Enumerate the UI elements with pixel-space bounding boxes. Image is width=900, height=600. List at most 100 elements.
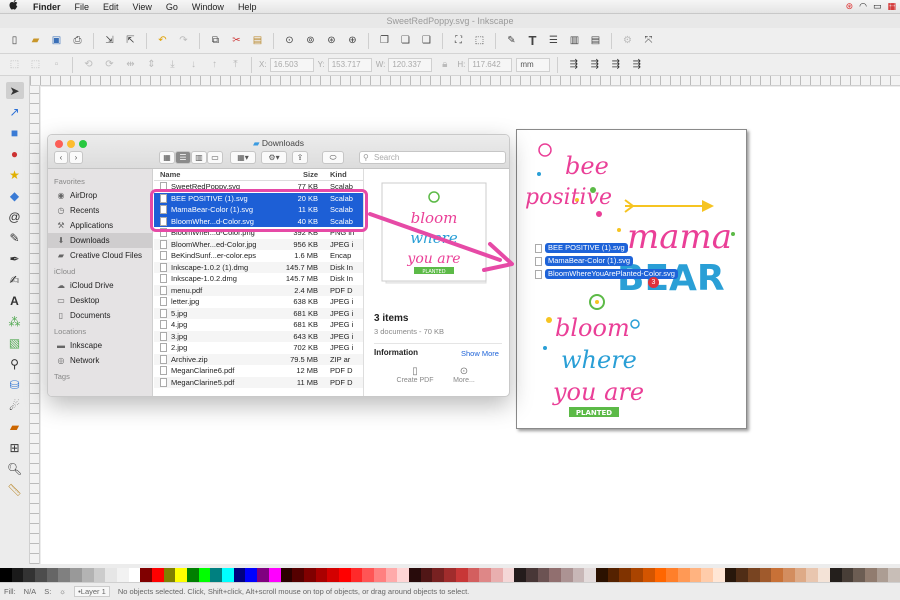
apple-icon[interactable] xyxy=(0,0,26,13)
color-swatch[interactable] xyxy=(619,568,632,582)
color-swatch[interactable] xyxy=(163,568,176,582)
color-swatch[interactable] xyxy=(175,568,187,582)
file-row[interactable]: BloomWher...ed-Color.jpg 956 KB JPEG i xyxy=(154,238,363,250)
size-column-header[interactable]: Size xyxy=(279,170,324,179)
import-icon[interactable]: ⇲ xyxy=(101,32,118,49)
color-swatch[interactable] xyxy=(245,568,258,582)
select-all-layers-icon[interactable]: ⬚ xyxy=(27,56,44,73)
color-swatch[interactable] xyxy=(631,568,643,582)
color-swatch[interactable] xyxy=(303,568,316,582)
file-row[interactable]: 2.jpg 702 KB JPEG i xyxy=(154,342,363,354)
color-swatch[interactable] xyxy=(385,568,398,582)
search-input[interactable]: ⚲ Search xyxy=(359,151,506,164)
sidebar-item[interactable]: ◎ Network xyxy=(48,353,152,368)
color-swatch[interactable] xyxy=(0,568,12,582)
color-swatch[interactable] xyxy=(151,568,164,582)
create-pdf-button[interactable]: ▯ Create PDF xyxy=(392,366,438,384)
column-view-button[interactable]: ▥ xyxy=(191,151,207,164)
layer-toggle-icon[interactable]: ☼ xyxy=(59,587,66,596)
color-swatch[interactable] xyxy=(596,568,608,582)
open-icon[interactable]: ▰ xyxy=(27,32,44,49)
color-swatch[interactable] xyxy=(409,568,421,582)
menu-window[interactable]: Window xyxy=(185,2,231,12)
color-swatch[interactable] xyxy=(397,568,410,582)
color-swatch[interactable] xyxy=(280,568,293,582)
back-button[interactable]: ‹ xyxy=(54,151,68,164)
tweak-tool-icon[interactable]: ☄ xyxy=(6,397,24,414)
list-view-button[interactable]: ☰ xyxy=(175,151,191,164)
select-all-icon[interactable]: ⬚ xyxy=(6,56,23,73)
bloom-art[interactable]: bloom where you are PLANTED xyxy=(543,294,644,417)
color-swatch[interactable] xyxy=(455,568,468,582)
color-swatch[interactable] xyxy=(876,568,889,582)
sidebar-item[interactable]: ▬ Inkscape xyxy=(48,338,152,353)
zoom-tool-icon[interactable]: 🔍︎ xyxy=(6,460,24,477)
color-swatch[interactable] xyxy=(701,568,713,582)
flag-icon[interactable]: ▦ xyxy=(887,1,896,12)
gallery-view-button[interactable]: ▭ xyxy=(207,151,223,164)
color-swatch[interactable] xyxy=(736,568,748,582)
color-swatch[interactable] xyxy=(374,568,386,582)
rectangle-tool-icon[interactable]: ■ xyxy=(6,124,24,141)
color-swatch[interactable] xyxy=(514,568,526,582)
file-row[interactable]: 4.jpg 681 KB JPEG i xyxy=(154,319,363,331)
zoom-drawing-icon[interactable]: ⊚ xyxy=(302,32,319,49)
file-row[interactable]: MeganClarine5.pdf 11 MB PDF D xyxy=(154,376,363,388)
text-font-icon[interactable]: T xyxy=(524,32,541,49)
group-icon[interactable]: ⛶ xyxy=(450,32,467,49)
sidebar-item[interactable]: ▭ Desktop xyxy=(48,293,152,308)
ungroup-icon[interactable]: ⬚ xyxy=(471,32,488,49)
sidebar-item[interactable]: ⬇ Downloads xyxy=(48,233,152,248)
color-swatch[interactable] xyxy=(222,568,234,582)
duplicate-icon[interactable]: ❐ xyxy=(376,32,393,49)
paint-bucket-tool-icon[interactable]: ⛁ xyxy=(6,376,24,393)
color-swatch[interactable] xyxy=(479,568,491,582)
w-input[interactable]: 120.337 xyxy=(388,57,433,72)
color-swatch[interactable] xyxy=(233,568,246,582)
copy-icon[interactable]: ⧉ xyxy=(207,32,224,49)
cut-icon[interactable]: ✂ xyxy=(228,32,245,49)
sidebar-item[interactable]: ◷ Recents xyxy=(48,203,152,218)
color-swatch[interactable] xyxy=(362,568,374,582)
menu-go[interactable]: Go xyxy=(159,2,185,12)
move-patterns-icon[interactable]: ⇶ xyxy=(628,56,645,73)
text-tool-icon[interactable]: A xyxy=(6,292,24,309)
export-icon[interactable]: ⇱ xyxy=(122,32,139,49)
color-swatch[interactable] xyxy=(829,568,842,582)
kind-column-header[interactable]: Kind xyxy=(324,170,363,179)
h-input[interactable]: 117.642 xyxy=(468,57,513,72)
zoom-selection-icon[interactable]: ⊙ xyxy=(281,32,298,49)
color-swatch[interactable] xyxy=(23,568,36,582)
xml-editor-icon[interactable]: ▥ xyxy=(566,32,583,49)
color-swatch[interactable] xyxy=(677,568,690,582)
rotate-cw-icon[interactable]: ⟳ xyxy=(101,56,118,73)
color-swatch[interactable] xyxy=(888,568,900,582)
show-more-link[interactable]: Show More xyxy=(461,349,499,358)
align-distribute-icon[interactable]: ▤ xyxy=(587,32,604,49)
unit-select[interactable]: mm xyxy=(516,57,551,72)
color-swatch[interactable] xyxy=(444,568,456,582)
menu-edit[interactable]: Edit xyxy=(96,2,126,12)
lower-icon[interactable]: ↓ xyxy=(185,56,202,73)
pen-tool-icon[interactable]: ✒ xyxy=(6,250,24,267)
lock-icon[interactable]: 🔒︎ xyxy=(436,56,453,73)
eraser-tool-icon[interactable]: ▧ xyxy=(6,334,24,351)
wifi-icon[interactable]: ◠ xyxy=(859,1,867,12)
scale-corners-icon[interactable]: ⇶ xyxy=(586,56,603,73)
gradient-tool-icon[interactable]: ▰ xyxy=(6,418,24,435)
file-row[interactable]: 3.jpg 643 KB JPEG i xyxy=(154,330,363,342)
paste-icon[interactable]: ▤ xyxy=(249,32,266,49)
ellipse-tool-icon[interactable]: ● xyxy=(6,145,24,162)
layers-icon[interactable]: ☰ xyxy=(545,32,562,49)
document-properties-icon[interactable]: ⤧ xyxy=(640,32,657,49)
flip-h-icon[interactable]: ⇹ xyxy=(122,56,139,73)
unlink-clone-icon[interactable]: ❑ xyxy=(418,32,435,49)
name-column-header[interactable]: Name xyxy=(154,170,279,179)
layer-select[interactable]: •Layer 1 xyxy=(74,586,110,597)
sidebar-item[interactable]: ▯ Documents xyxy=(48,308,152,323)
color-swatch[interactable] xyxy=(771,568,784,582)
spray-tool-icon[interactable]: ⁂ xyxy=(6,313,24,330)
print-icon[interactable]: ⎙ xyxy=(69,32,86,49)
tags-button[interactable]: ⬭ xyxy=(322,151,344,164)
color-swatch[interactable] xyxy=(70,568,82,582)
